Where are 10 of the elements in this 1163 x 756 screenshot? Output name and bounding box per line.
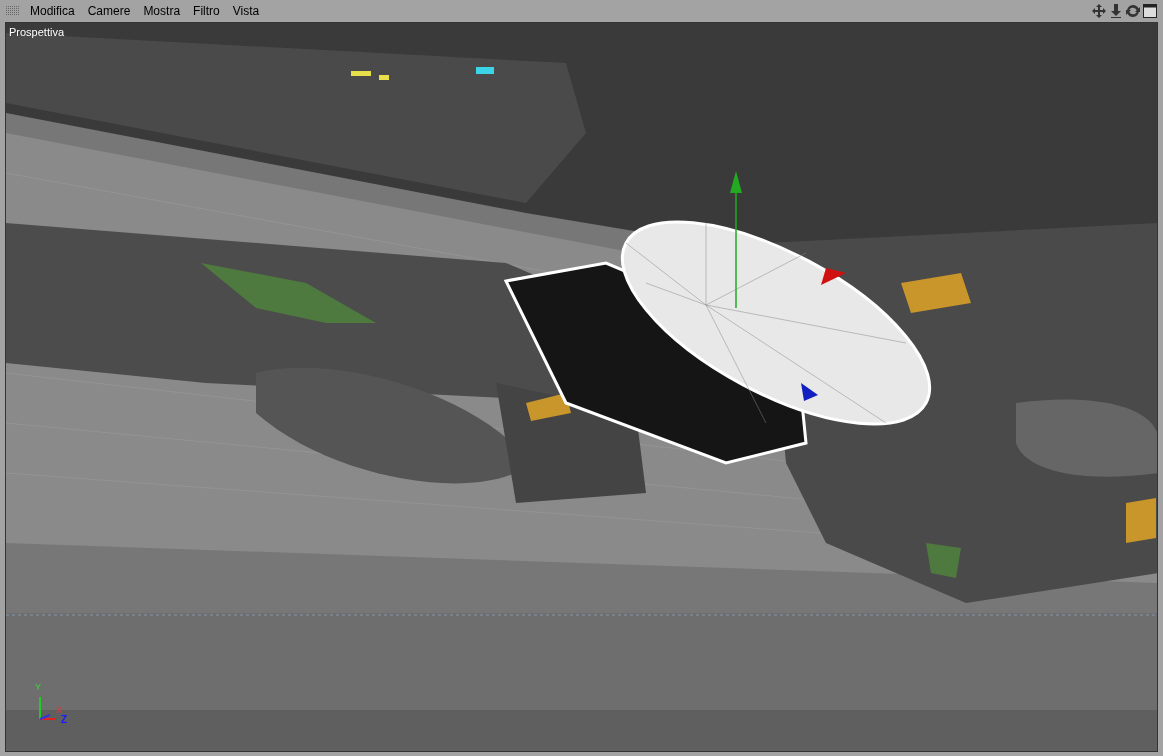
menu-item[interactable]: Filtro [193,1,220,20]
viewport[interactable]: Prospettiva Y X Z [5,22,1158,752]
menu-item[interactable]: Modifica [30,1,75,20]
menu-item[interactable]: Vista [232,1,260,20]
axis-label: Y [35,683,41,692]
menu-item[interactable]: Mostra [143,1,181,20]
viewport-label: Prospettiva [9,25,65,40]
axis-label: X [56,706,62,715]
axis-label: Z [61,715,68,725]
menu-item[interactable]: Camere [87,1,131,20]
